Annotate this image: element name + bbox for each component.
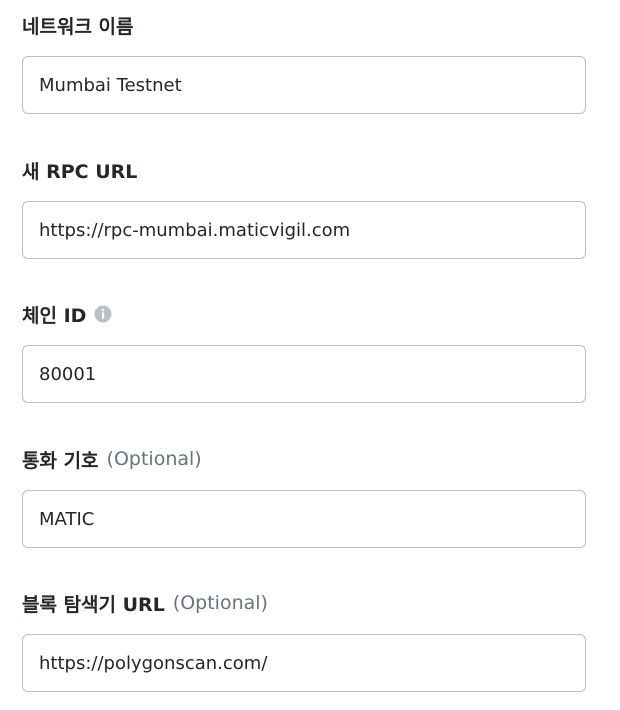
currency-symbol-label: 통화 기호 [22, 449, 99, 472]
currency-symbol-value: MATIC [39, 508, 95, 530]
chain-id-input[interactable]: 80001 [22, 345, 586, 403]
block-explorer-url-label: 블록 탐색기 URL [22, 593, 165, 616]
rpc-url-label-row: 새 RPC URL [22, 157, 586, 183]
network-name-field: 네트워크 이름 Mumbai Testnet [22, 12, 586, 114]
chain-id-field: 체인 ID 80001 [22, 301, 586, 403]
network-name-value: Mumbai Testnet [39, 74, 182, 96]
block-explorer-url-input[interactable]: https://polygonscan.com/ [22, 634, 586, 692]
rpc-url-field: 새 RPC URL https://rpc-mumbai.maticvigil.… [22, 157, 586, 259]
optional-tag: (Optional) [172, 592, 268, 614]
info-icon[interactable] [94, 305, 112, 323]
block-explorer-url-field: 블록 탐색기 URL (Optional) https://polygonsca… [22, 590, 586, 692]
network-name-input[interactable]: Mumbai Testnet [22, 56, 586, 114]
chain-id-label: 체인 ID [22, 304, 87, 327]
currency-symbol-label-row: 통화 기호 (Optional) [22, 446, 586, 472]
optional-tag: (Optional) [106, 448, 202, 470]
block-explorer-url-label-row: 블록 탐색기 URL (Optional) [22, 590, 586, 616]
rpc-url-label: 새 RPC URL [22, 160, 138, 183]
network-name-label-row: 네트워크 이름 [22, 12, 586, 38]
network-name-label: 네트워크 이름 [22, 15, 134, 38]
chain-id-label-row: 체인 ID [22, 301, 586, 327]
rpc-url-value: https://rpc-mumbai.maticvigil.com [39, 219, 351, 241]
rpc-url-input[interactable]: https://rpc-mumbai.maticvigil.com [22, 201, 586, 259]
block-explorer-url-value: https://polygonscan.com/ [39, 652, 268, 674]
network-form: 네트워크 이름 Mumbai Testnet 새 RPC URL https:/… [0, 0, 620, 710]
currency-symbol-field: 통화 기호 (Optional) MATIC [22, 446, 586, 548]
currency-symbol-input[interactable]: MATIC [22, 490, 586, 548]
chain-id-value: 80001 [39, 363, 97, 385]
